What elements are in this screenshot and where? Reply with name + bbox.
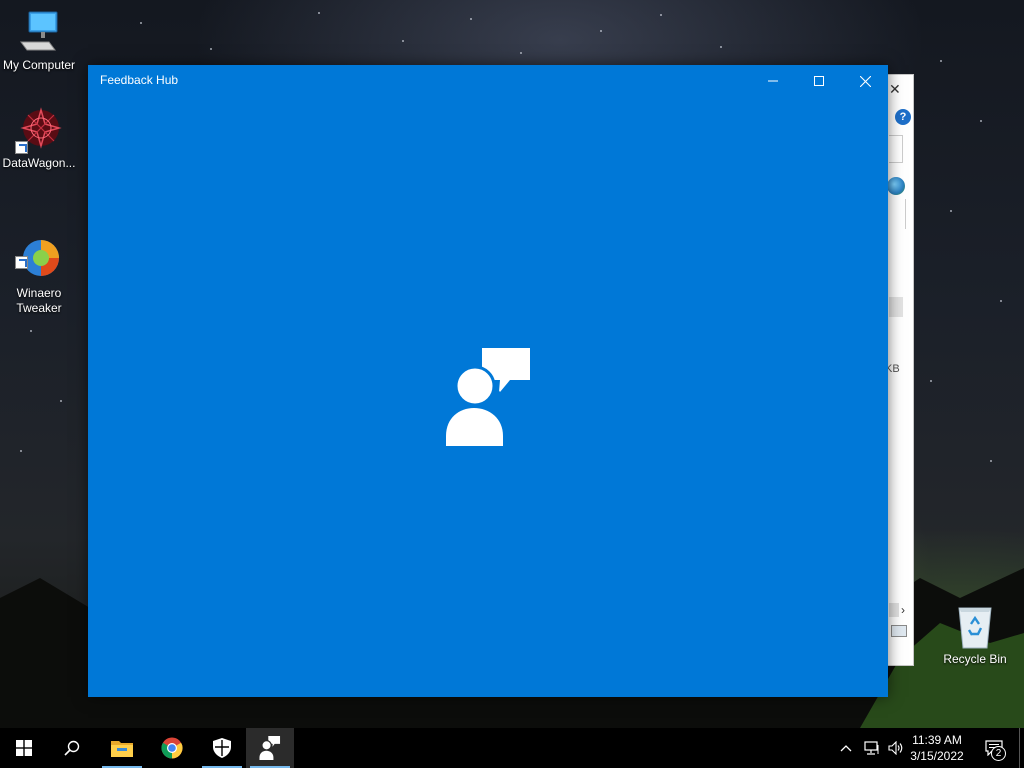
desktop-icon-winaero-tweaker[interactable]: Winaero Tweaker [0, 206, 78, 331]
list-selection [889, 297, 903, 317]
maximize-icon [814, 76, 824, 86]
minimize-button[interactable] [750, 65, 796, 97]
desktop-icon-label: Winaero Tweaker [16, 286, 62, 315]
datawagon-icon [15, 106, 63, 154]
windows-start-icon [16, 740, 32, 756]
notification-count-badge: 2 [991, 746, 1006, 761]
recycle-bin-icon [951, 602, 999, 650]
address-field[interactable] [889, 135, 903, 163]
taskbar-windows-security[interactable] [198, 728, 246, 768]
close-icon [859, 75, 871, 87]
computer-icon [15, 8, 63, 56]
view-icon[interactable] [891, 625, 907, 637]
taskbar: 11:39 AM 3/15/2022 2 [0, 728, 1024, 768]
shortcut-arrow-icon [15, 141, 28, 154]
globe-icon [887, 177, 905, 195]
search-button[interactable] [48, 728, 96, 768]
volume-button[interactable] [884, 728, 908, 768]
action-center-button[interactable]: 2 [974, 728, 1014, 768]
help-icon[interactable]: ? [895, 109, 911, 125]
window-title: Feedback Hub [100, 73, 179, 87]
desktop-icon-label: My Computer [2, 58, 76, 72]
desktop-icon-datawagon[interactable]: DataWagon... [0, 106, 78, 171]
winaero-tweaker-icon [15, 221, 63, 276]
search-icon [64, 740, 80, 756]
clock-date: 3/15/2022 [910, 749, 964, 763]
shield-icon [213, 738, 231, 758]
taskbar-file-explorer[interactable] [98, 728, 146, 768]
desktop-icon-label: Recycle Bin [943, 652, 1007, 666]
desktop-icon-recycle-bin[interactable]: Recycle Bin [936, 602, 1014, 667]
folder-icon [111, 741, 133, 757]
show-desktop-button[interactable] [1019, 728, 1024, 768]
clock-time: 11:39 AM [912, 733, 962, 747]
desktop-icon-label: DataWagon... [2, 156, 76, 170]
desktop-icon-my-computer[interactable]: My Computer [0, 8, 78, 73]
network-button[interactable] [860, 728, 884, 768]
chevron-up-icon [840, 745, 852, 752]
taskbar-feedback-hub[interactable] [246, 728, 294, 768]
system-clock[interactable]: 11:39 AM 3/15/2022 [906, 732, 968, 764]
speaker-icon [888, 741, 903, 755]
shortcut-arrow-icon [15, 256, 28, 269]
chevron-right-icon[interactable]: › [901, 603, 905, 617]
chrome-icon [161, 737, 183, 759]
minimize-icon [768, 80, 778, 82]
divider [905, 199, 906, 229]
start-button[interactable] [0, 728, 48, 768]
network-icon [864, 741, 879, 755]
show-hidden-icons-button[interactable] [836, 728, 856, 768]
close-icon[interactable]: ✕ [889, 81, 901, 98]
feedback-hub-icon [259, 736, 281, 760]
scrollbar-thumb[interactable] [889, 603, 899, 617]
taskbar-chrome[interactable] [148, 728, 196, 768]
feedback-hub-icon [446, 348, 530, 446]
title-bar[interactable]: Feedback Hub [88, 65, 888, 97]
maximize-button[interactable] [796, 65, 842, 97]
feedback-hub-window[interactable]: Feedback Hub [88, 65, 888, 697]
close-button[interactable] [842, 65, 888, 97]
